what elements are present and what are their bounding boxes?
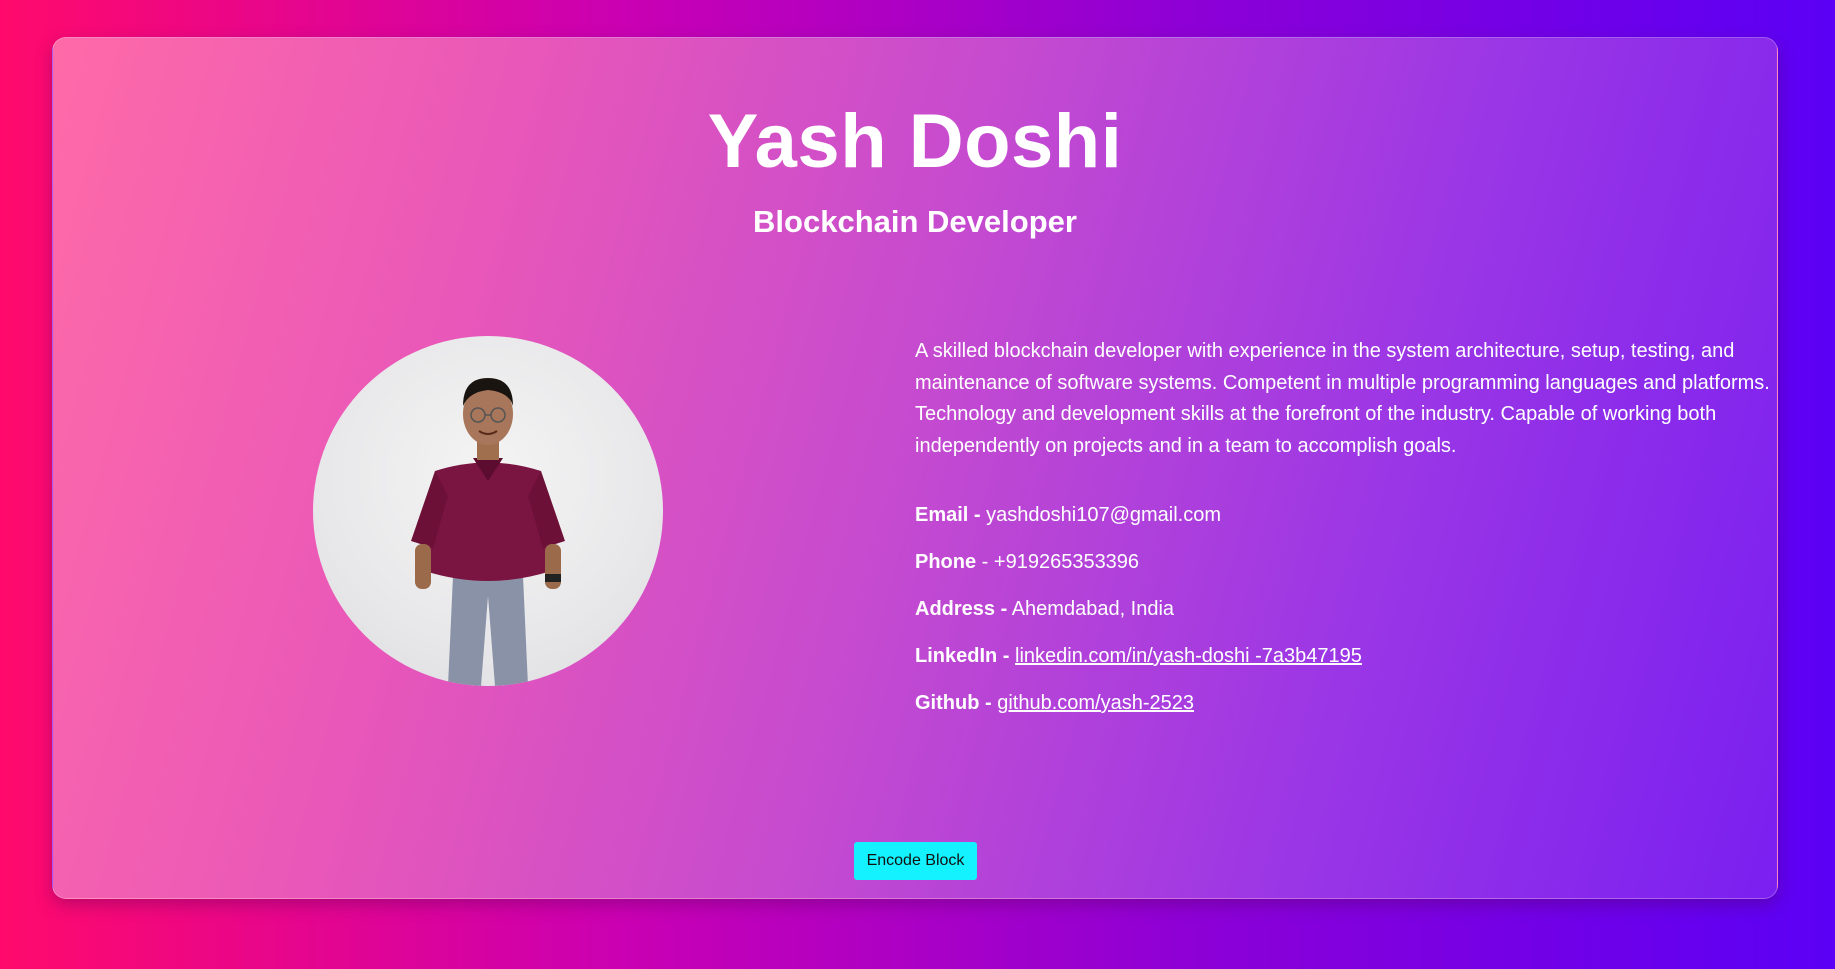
linkedin-link[interactable]: linkedin.com/in/yash-doshi -7a3b47195: [1015, 645, 1362, 667]
person-photo-illustration: [411, 378, 565, 686]
profile-card: Yash Doshi Blockchain Developer A skille…: [52, 37, 1778, 899]
email-row: Email - yashdoshi107@gmail.com: [915, 503, 1775, 527]
linkedin-label: LinkedIn -: [915, 645, 1010, 667]
address-value: Ahemdabad, India: [1011, 598, 1175, 620]
email-value: yashdoshi107@gmail.com: [986, 504, 1222, 526]
github-row: Github - github.com/yash-2523: [915, 691, 1775, 715]
address-label: Address -: [915, 598, 1008, 620]
phone-row: Phone - +919265353396: [915, 550, 1775, 574]
profile-info: A skilled blockchain developer with expe…: [915, 336, 1775, 738]
profile-name: Yash Doshi: [707, 99, 1123, 184]
profile-photo: [313, 336, 663, 686]
profile-bio: A skilled blockchain developer with expe…: [915, 340, 1770, 457]
linkedin-row: LinkedIn - linkedin.com/in/yash-doshi -7…: [915, 644, 1775, 668]
phone-value: - +919265353396: [976, 551, 1140, 573]
encode-block-button[interactable]: Encode Block: [854, 842, 977, 880]
email-label: Email -: [915, 504, 981, 526]
address-row: Address - Ahemdabad, India: [915, 597, 1775, 621]
profile-role: Blockchain Developer: [753, 204, 1077, 239]
phone-label: Phone: [915, 551, 977, 573]
github-link[interactable]: github.com/yash-2523: [997, 692, 1194, 714]
github-label: Github -: [915, 692, 992, 714]
